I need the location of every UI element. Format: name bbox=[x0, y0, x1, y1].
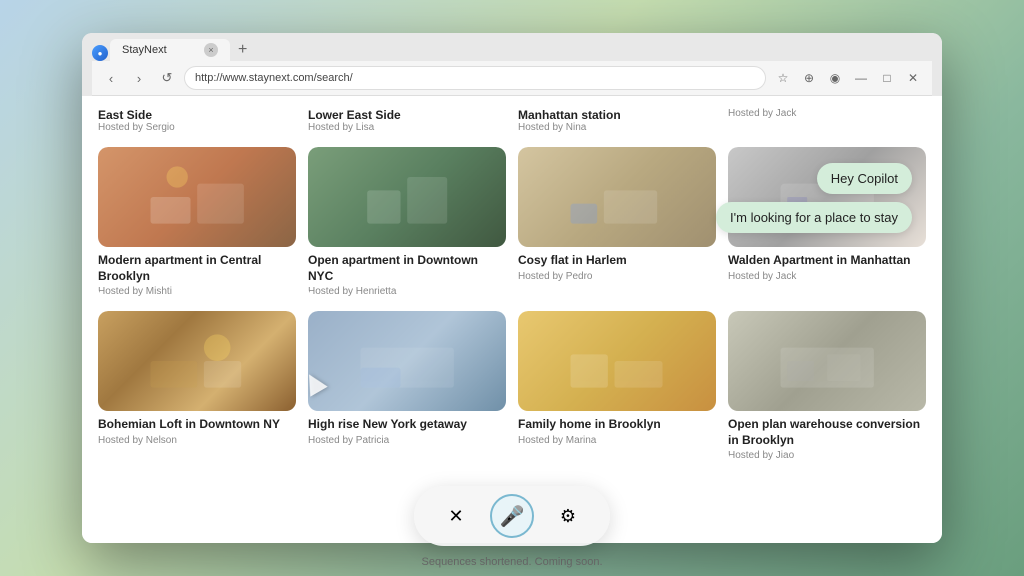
browser-window: ● StayNext × + ‹ › ↺ http://www.staynext… bbox=[82, 33, 942, 543]
voice-control-bar: ✕ 🎤 ⚙ bbox=[414, 486, 610, 546]
bottom-caption: Sequences shortened. Coming soon. bbox=[421, 556, 602, 568]
listing-host: Hosted by Nina bbox=[518, 122, 716, 133]
listing-host: Hosted by Marina bbox=[518, 435, 716, 446]
close-window-button[interactable]: ✕ bbox=[902, 67, 924, 89]
listing-image bbox=[98, 311, 296, 411]
tab-close-button[interactable]: × bbox=[204, 43, 218, 57]
listing-card-warehouse[interactable]: Open plan warehouse conversion in Brookl… bbox=[728, 311, 926, 461]
extensions-button[interactable]: ⊕ bbox=[798, 67, 820, 89]
forward-button[interactable]: › bbox=[128, 67, 150, 89]
url-text: http://www.staynext.com/search/ bbox=[195, 72, 353, 84]
listing-host: Hosted by Patricia bbox=[308, 435, 506, 446]
listing-image bbox=[308, 147, 506, 247]
listing-title: Manhattan station bbox=[518, 108, 716, 122]
refresh-button[interactable]: ↺ bbox=[156, 67, 178, 89]
listing-card-harlem[interactable]: Cosy flat in Harlem Hosted by Pedro bbox=[518, 147, 716, 297]
list-item[interactable]: East Side Hosted by Sergio bbox=[98, 108, 296, 133]
browser-favicon-icon: ● bbox=[92, 45, 108, 61]
listing-title: Open plan warehouse conversion in Brookl… bbox=[728, 417, 926, 448]
microphone-button[interactable]: 🎤 bbox=[490, 494, 534, 538]
profile-button[interactable]: ◉ bbox=[824, 67, 846, 89]
maximize-button[interactable]: □ bbox=[876, 67, 898, 89]
minimize-button[interactable]: — bbox=[850, 67, 872, 89]
top-partial-row: East Side Hosted by Sergio Lower East Si… bbox=[98, 96, 926, 133]
list-item[interactable]: Lower East Side Hosted by Lisa bbox=[308, 108, 506, 133]
listing-title: Modern apartment in Central Brooklyn bbox=[98, 253, 296, 284]
browser-toolbar: ‹ › ↺ http://www.staynext.com/search/ ☆ … bbox=[92, 61, 932, 96]
listing-image bbox=[518, 311, 716, 411]
listing-title: Lower East Side bbox=[308, 108, 506, 122]
listing-host: Hosted by Jack bbox=[728, 108, 926, 119]
settings-button[interactable]: ⚙ bbox=[550, 498, 586, 534]
listing-host: Hosted by Lisa bbox=[308, 122, 506, 133]
listing-title: Bohemian Loft in Downtown NY bbox=[98, 417, 296, 433]
listing-image bbox=[728, 311, 926, 411]
address-bar[interactable]: http://www.staynext.com/search/ bbox=[184, 66, 766, 90]
tabs-row: ● StayNext × + bbox=[92, 39, 932, 61]
copilot-overlay: Hey Copilot I'm looking for a place to s… bbox=[716, 163, 912, 233]
listing-card-downtown-nyc[interactable]: Open apartment in Downtown NYC Hosted by… bbox=[308, 147, 506, 297]
listing-card-bohemian[interactable]: Bohemian Loft in Downtown NY Hosted by N… bbox=[98, 311, 296, 461]
listing-title: East Side bbox=[98, 108, 296, 122]
new-tab-button[interactable]: + bbox=[232, 39, 253, 61]
listing-image bbox=[518, 147, 716, 247]
toolbar-actions: ☆ ⊕ ◉ — □ ✕ bbox=[772, 67, 924, 89]
listing-row-2: Bohemian Loft in Downtown NY Hosted by N… bbox=[98, 311, 926, 461]
listing-card-highrise[interactable]: High rise New York getaway Hosted by Pat… bbox=[308, 311, 506, 461]
listing-host: Hosted by Jack bbox=[728, 271, 926, 282]
listing-host: Hosted by Sergio bbox=[98, 122, 296, 133]
listing-title: Walden Apartment in Manhattan bbox=[728, 253, 926, 269]
close-voice-button[interactable]: ✕ bbox=[438, 498, 474, 534]
listing-host: Hosted by Jiao bbox=[728, 450, 926, 461]
listing-host: Hosted by Henrietta bbox=[308, 286, 506, 297]
listing-host: Hosted by Nelson bbox=[98, 435, 296, 446]
listing-title: High rise New York getaway bbox=[308, 417, 506, 433]
copilot-bubble-2: I'm looking for a place to stay bbox=[716, 202, 912, 233]
tab-label: StayNext bbox=[122, 44, 167, 56]
listing-title: Open apartment in Downtown NYC bbox=[308, 253, 506, 284]
listing-title: Family home in Brooklyn bbox=[518, 417, 716, 433]
listing-card-family[interactable]: Family home in Brooklyn Hosted by Marina bbox=[518, 311, 716, 461]
listing-image bbox=[308, 311, 506, 411]
bookmark-button[interactable]: ☆ bbox=[772, 67, 794, 89]
list-item[interactable]: Manhattan station Hosted by Nina bbox=[518, 108, 716, 133]
listing-host: Hosted by Mishti bbox=[98, 286, 296, 297]
copilot-bubble-1: Hey Copilot bbox=[817, 163, 912, 194]
favicon-area: ● bbox=[92, 45, 108, 61]
listing-card-brooklyn[interactable]: Modern apartment in Central Brooklyn Hos… bbox=[98, 147, 296, 297]
browser-tab-staynext[interactable]: StayNext × bbox=[110, 39, 230, 61]
back-button[interactable]: ‹ bbox=[100, 67, 122, 89]
browser-chrome: ● StayNext × + ‹ › ↺ http://www.staynext… bbox=[82, 33, 942, 96]
listing-host: Hosted by Pedro bbox=[518, 271, 716, 282]
list-item[interactable]: Hosted by Jack bbox=[728, 108, 926, 133]
listing-image bbox=[98, 147, 296, 247]
listing-title: Cosy flat in Harlem bbox=[518, 253, 716, 269]
